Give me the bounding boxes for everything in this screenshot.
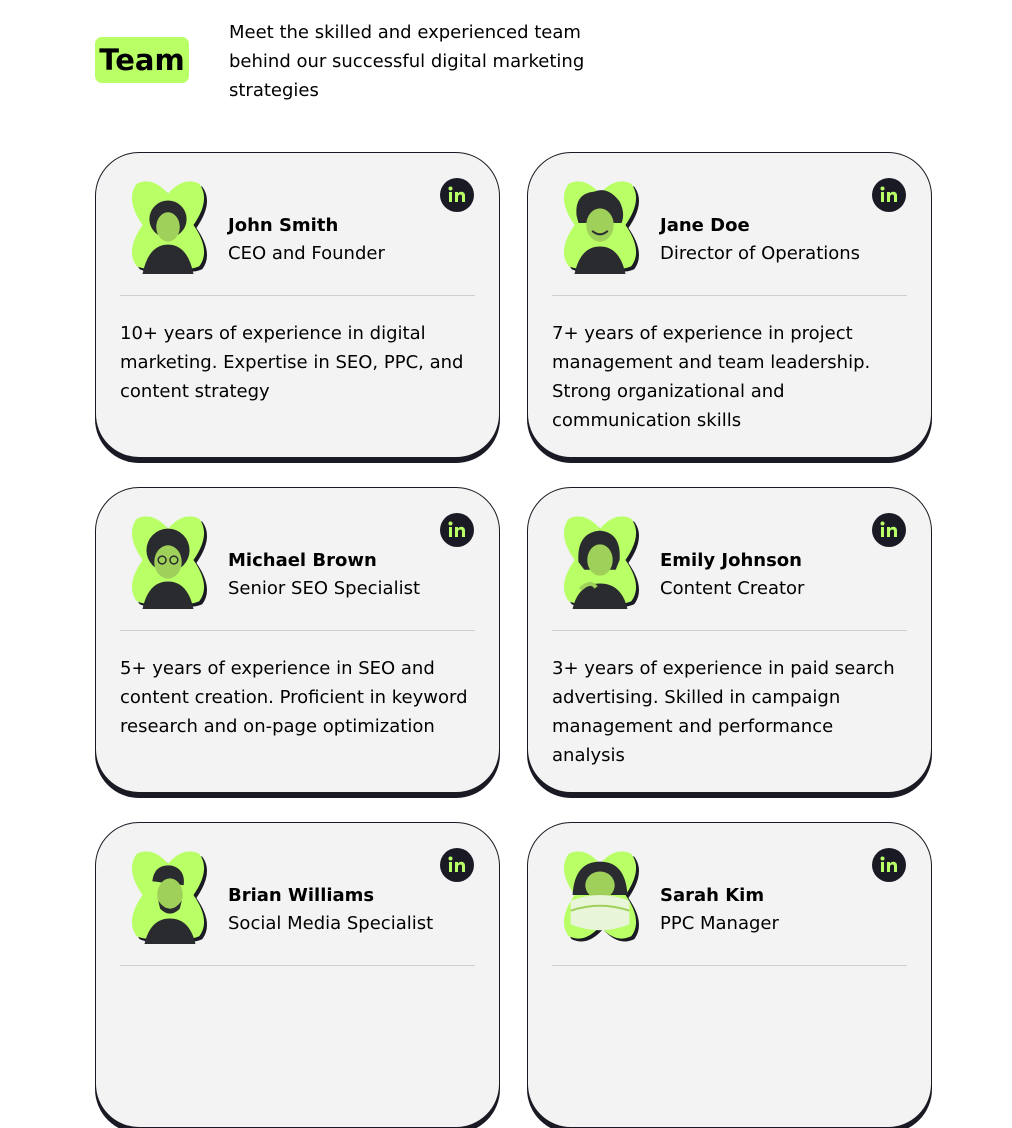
member-bio: 3+ years of experience in paid search ad… — [552, 658, 895, 766]
member-bio: 5+ years of experience in SEO and conten… — [120, 658, 468, 737]
card-divider — [552, 295, 907, 296]
member-name: Brian Williams — [228, 885, 375, 906]
team-member-card: Emily Johnson Content Creator 3+ years o… — [527, 487, 932, 793]
card-divider — [120, 630, 475, 631]
member-role: PPC Manager — [660, 913, 779, 934]
member-bio: 10+ years of experience in digital marke… — [120, 323, 464, 402]
card-divider — [552, 965, 907, 966]
member-role: CEO and Founder — [228, 243, 385, 264]
linkedin-icon[interactable] — [440, 178, 474, 212]
member-role: Director of Operations — [660, 243, 861, 264]
section-title-badge: Team — [95, 37, 189, 83]
section-intro: Meet the skilled and experienced team be… — [229, 22, 585, 101]
member-name: Michael Brown — [228, 550, 377, 571]
avatar — [551, 846, 649, 944]
member-role: Content Creator — [660, 578, 805, 599]
team-member-card: Sarah Kim PPC Manager — [527, 822, 932, 1128]
avatar — [551, 511, 649, 609]
team-member-card: Jane Doe Director of Operations 7+ years… — [527, 152, 932, 458]
member-role: Senior SEO Specialist — [228, 578, 421, 599]
member-name: Emily Johnson — [660, 550, 802, 571]
team-member-card: John Smith CEO and Founder 10+ years of … — [95, 152, 500, 458]
card-divider — [120, 295, 475, 296]
card-divider — [120, 965, 475, 966]
member-name: Sarah Kim — [660, 885, 765, 906]
linkedin-icon[interactable] — [872, 178, 906, 212]
team-member-card: Michael Brown Senior SEO Specialist 5+ y… — [95, 487, 500, 793]
avatar — [119, 846, 217, 944]
member-role: Social Media Specialist — [228, 913, 434, 934]
member-name: John Smith — [228, 215, 339, 236]
member-bio: 7+ years of experience in project manage… — [552, 323, 871, 431]
linkedin-icon[interactable] — [440, 513, 474, 547]
team-member-card: Brian Williams Social Media Specialist — [95, 822, 500, 1128]
avatar — [551, 176, 649, 274]
linkedin-icon[interactable] — [440, 848, 474, 882]
team-section-header: Team Meet the skilled and experienced te… — [95, 18, 615, 108]
card-divider — [552, 630, 907, 631]
linkedin-icon[interactable] — [872, 513, 906, 547]
avatar — [119, 511, 217, 609]
linkedin-icon[interactable] — [872, 848, 906, 882]
avatar — [119, 176, 217, 274]
member-name: Jane Doe — [660, 215, 750, 236]
